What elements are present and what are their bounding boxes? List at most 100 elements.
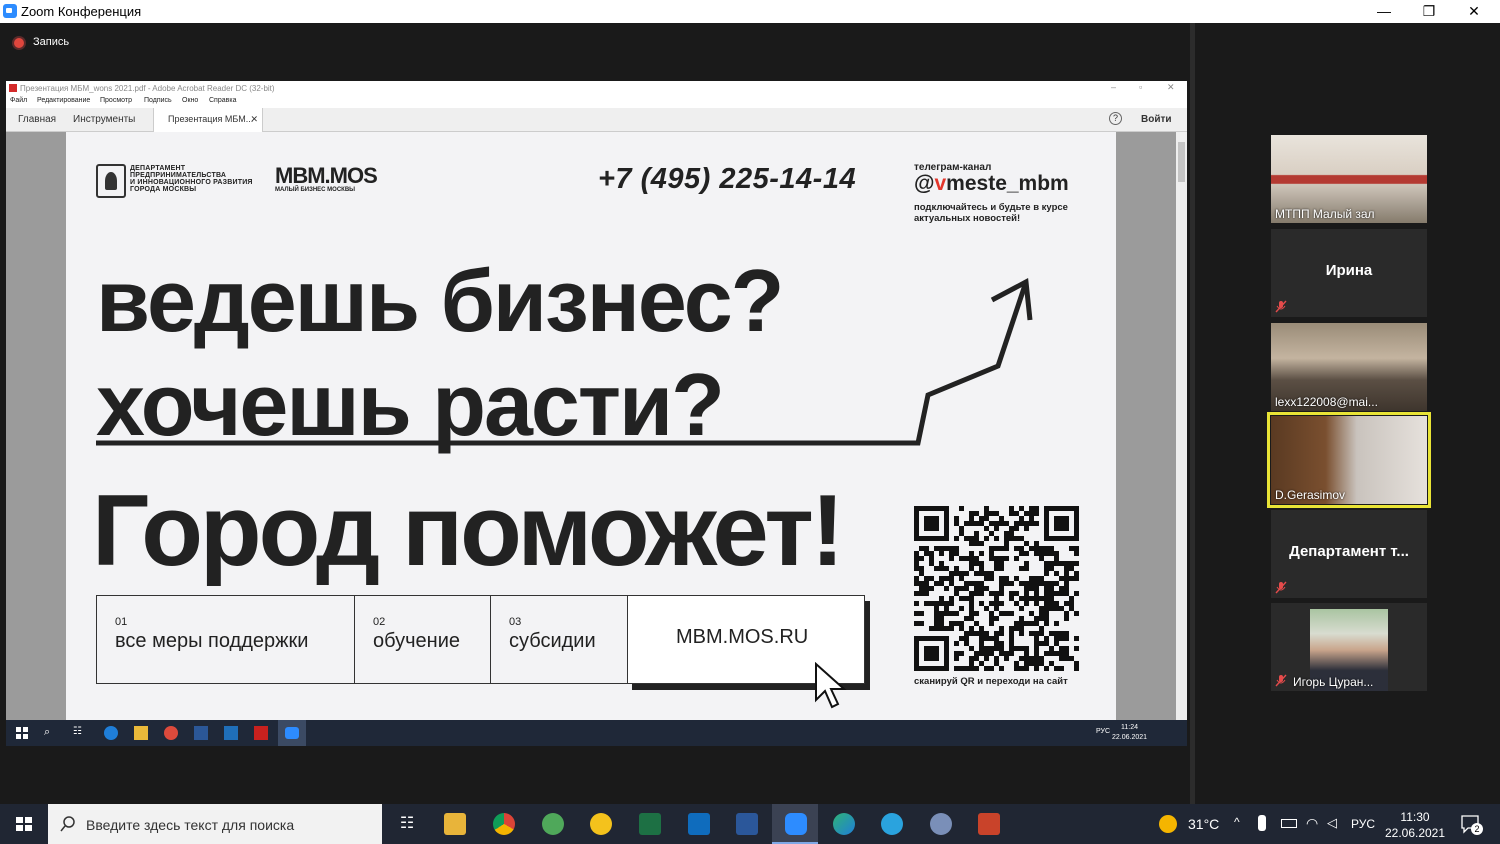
box-training: 02 обучение — [354, 595, 491, 684]
search-placeholder: Введите здесь текст для поиска — [86, 817, 295, 833]
zoom-taskbar-icon — [285, 727, 299, 739]
help-icon[interactable]: ? — [1109, 112, 1122, 125]
acrobat-close-icon: ✕ — [1167, 82, 1175, 92]
tab-document[interactable]: Презентация МБМ... ✕ — [153, 108, 263, 132]
chrome-icon[interactable] — [493, 813, 515, 835]
box-number: 02 — [373, 616, 386, 628]
windows-start-icon — [16, 727, 28, 739]
participant-tile[interactable]: Игорь Цуран... — [1271, 603, 1427, 691]
inner-clock: 11:24 22.06.2021 — [1112, 724, 1148, 741]
weather-temperature[interactable]: 31°C — [1188, 816, 1219, 832]
acrobat-tabs: Главная Инструменты Презентация МБМ... ✕… — [6, 108, 1187, 132]
windows-taskbar: Введите здесь текст для поиска ☷ 31°C ^ … — [0, 804, 1500, 844]
search-icon — [60, 816, 75, 832]
acrobat-minimize-icon: – — [1111, 82, 1117, 92]
tab-home[interactable]: Главная — [18, 114, 56, 125]
scrollbar-thumb[interactable] — [1178, 142, 1185, 182]
box-label: субсидии — [509, 630, 596, 652]
tray-chevron-icon[interactable]: ^ — [1234, 815, 1240, 829]
muted-mic-icon — [1275, 300, 1287, 313]
chrome-icon — [164, 726, 178, 740]
site-url: MBM.MOS.RU — [676, 626, 809, 648]
participant-tile[interactable]: lexx122008@mai... — [1271, 323, 1427, 411]
inner-lang: РУС — [1096, 728, 1111, 735]
minimize-button[interactable]: — — [1364, 2, 1404, 20]
globe-app-icon[interactable] — [542, 813, 564, 835]
word-icon — [194, 726, 208, 740]
network-app-icon[interactable] — [930, 813, 952, 835]
excel-icon[interactable] — [639, 813, 661, 835]
explorer-icon — [134, 726, 148, 740]
participant-name: Ирина — [1325, 262, 1373, 279]
participant-tile[interactable]: D.Gerasimov — [1271, 416, 1427, 504]
tab-document-label: Презентация МБМ... — [168, 114, 254, 124]
search-icon: ⌕ — [44, 726, 51, 738]
participant-name: D.Gerasimov — [1275, 488, 1346, 502]
box-label: все меры поддержки — [115, 630, 309, 652]
notification-count: 2 — [1471, 823, 1483, 835]
shared-taskbar: ⌕ ☷ РУС 11:24 22.06.2021 — [6, 720, 1187, 746]
start-button[interactable] — [0, 804, 48, 844]
document-scrollbar[interactable] — [1176, 132, 1187, 720]
notification-center-icon[interactable]: 2 — [1460, 814, 1483, 835]
powerpoint-icon[interactable] — [978, 813, 1000, 835]
1c-icon[interactable] — [590, 813, 612, 835]
wifi-icon[interactable]: ◠ — [1306, 815, 1318, 832]
acrobat-icon — [9, 84, 17, 92]
box-support: 01 все меры поддержки — [96, 595, 355, 684]
menu-sign[interactable]: Подпись — [144, 97, 172, 104]
participant-name: lexx122008@mai... — [1275, 395, 1378, 409]
telegram-icon[interactable] — [881, 813, 903, 835]
task-view-icon[interactable]: ☷ — [396, 813, 418, 835]
muted-mic-icon — [1275, 674, 1287, 687]
file-explorer-icon[interactable] — [444, 813, 466, 835]
tray-clock[interactable]: 11:30 22.06.2021 — [1383, 809, 1447, 841]
panel-splitter[interactable] — [1190, 23, 1195, 804]
box-subsidies: 03 субсидии — [490, 595, 628, 684]
acrobat-titlebar: Презентация МБМ_wons 2021.pdf - Adobe Ac… — [6, 81, 1187, 95]
edge-icon — [104, 726, 118, 740]
zoom-titlebar: Zoom Конференция — ❐ ✕ — [0, 0, 1500, 23]
participant-tile[interactable]: Департамент т... — [1271, 510, 1427, 598]
muted-mic-icon — [1275, 581, 1287, 594]
volume-icon[interactable]: ◁ — [1327, 815, 1337, 831]
close-button[interactable]: ✕ — [1454, 2, 1494, 20]
qr-code — [914, 506, 1079, 671]
box-label: обучение — [373, 630, 461, 652]
zoom-app-icon — [3, 4, 17, 18]
mic-icon[interactable] — [1258, 815, 1266, 831]
signin-button[interactable]: Войти — [1141, 114, 1172, 125]
box-number: 01 — [115, 616, 128, 628]
menu-help[interactable]: Справка — [209, 97, 236, 104]
edge-icon[interactable] — [833, 813, 855, 835]
recording-label[interactable]: Запись — [33, 36, 69, 48]
window-title: Zoom Конференция — [21, 4, 142, 19]
menu-view[interactable]: Просмотр — [100, 97, 132, 104]
weather-icon — [1159, 815, 1177, 833]
acrobat-menubar: Файл Редактирование Просмотр Подпись Окн… — [6, 95, 1187, 108]
restore-button[interactable]: ❐ — [1409, 2, 1449, 20]
participant-tile[interactable]: Ирина — [1271, 229, 1427, 317]
zoom-icon[interactable] — [785, 813, 807, 835]
cursor-icon — [815, 662, 847, 709]
tab-tools[interactable]: Инструменты — [73, 114, 135, 125]
qr-caption: сканируй QR и переходи на сайт — [914, 676, 1068, 687]
input-language[interactable]: РУС — [1351, 817, 1375, 831]
participant-name: МТПП Малый зал — [1275, 207, 1375, 221]
menu-window[interactable]: Окно — [182, 97, 198, 104]
outlook-icon[interactable] — [688, 813, 710, 835]
task-view-icon: ☷ — [73, 726, 82, 737]
shared-screen: Презентация МБМ_wons 2021.pdf - Adobe Ac… — [6, 81, 1187, 746]
tab-close-icon[interactable]: ✕ — [250, 114, 258, 125]
battery-icon[interactable] — [1281, 819, 1297, 828]
outlook-icon — [224, 726, 238, 740]
slide-page: ДЕПАРТАМЕНТ ПРЕДПРИНИМАТЕЛЬСТВА И ИННОВА… — [66, 132, 1116, 720]
menu-edit[interactable]: Редактирование — [37, 97, 90, 104]
acrobat-restore-icon: ▫ — [1139, 82, 1143, 92]
menu-file[interactable]: Файл — [10, 97, 27, 104]
word-icon[interactable] — [736, 813, 758, 835]
taskbar-search[interactable]: Введите здесь текст для поиска — [48, 804, 382, 844]
box-number: 03 — [509, 616, 522, 628]
participant-tile[interactable]: МТПП Малый зал — [1271, 135, 1427, 223]
participant-name: Игорь Цуран... — [1293, 675, 1374, 689]
